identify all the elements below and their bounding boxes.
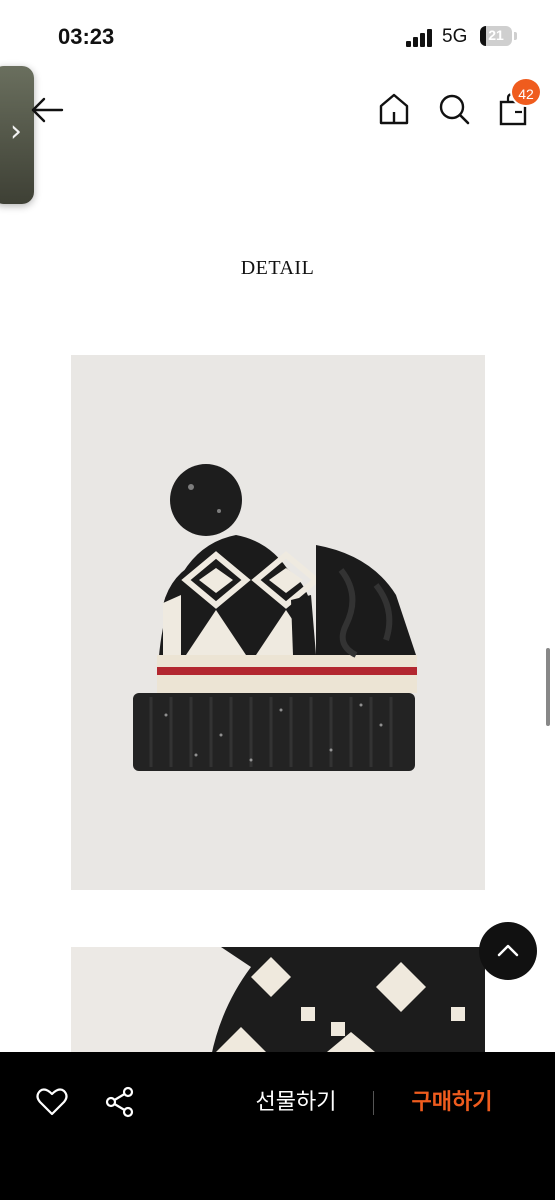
scroll-to-top-button[interactable] [479,922,537,980]
heart-icon[interactable] [36,1086,68,1118]
gift-button[interactable]: 선물하기 [240,1084,352,1122]
battery-icon: 21 [480,26,512,46]
status-bar: 03:23 5G 21 [0,0,555,70]
knit-pattern-closeup [211,947,485,1057]
home-icon[interactable] [378,92,410,126]
search-icon[interactable] [438,92,470,126]
battery-level: 21 [488,27,504,43]
network-label: 5G [442,26,468,47]
battery-cap [514,32,517,40]
scroll-indicator[interactable] [546,648,550,726]
back-arrow-icon[interactable] [30,96,64,124]
section-title: DETAIL [240,257,315,279]
buy-button[interactable]: 구매하기 [396,1084,508,1122]
status-time: 03:23 [58,24,115,49]
top-header [0,70,555,150]
knit-beanie-illustration [133,464,417,771]
share-icon[interactable] [104,1086,136,1118]
button-divider [373,1091,374,1115]
bottom-action-bar [0,1052,555,1200]
product-detail-image [71,355,485,890]
cart-count-badge: 42 [510,77,542,107]
chevron-up-icon [497,944,519,957]
product-closeup-image [71,947,485,1057]
signal-icon [406,29,436,47]
